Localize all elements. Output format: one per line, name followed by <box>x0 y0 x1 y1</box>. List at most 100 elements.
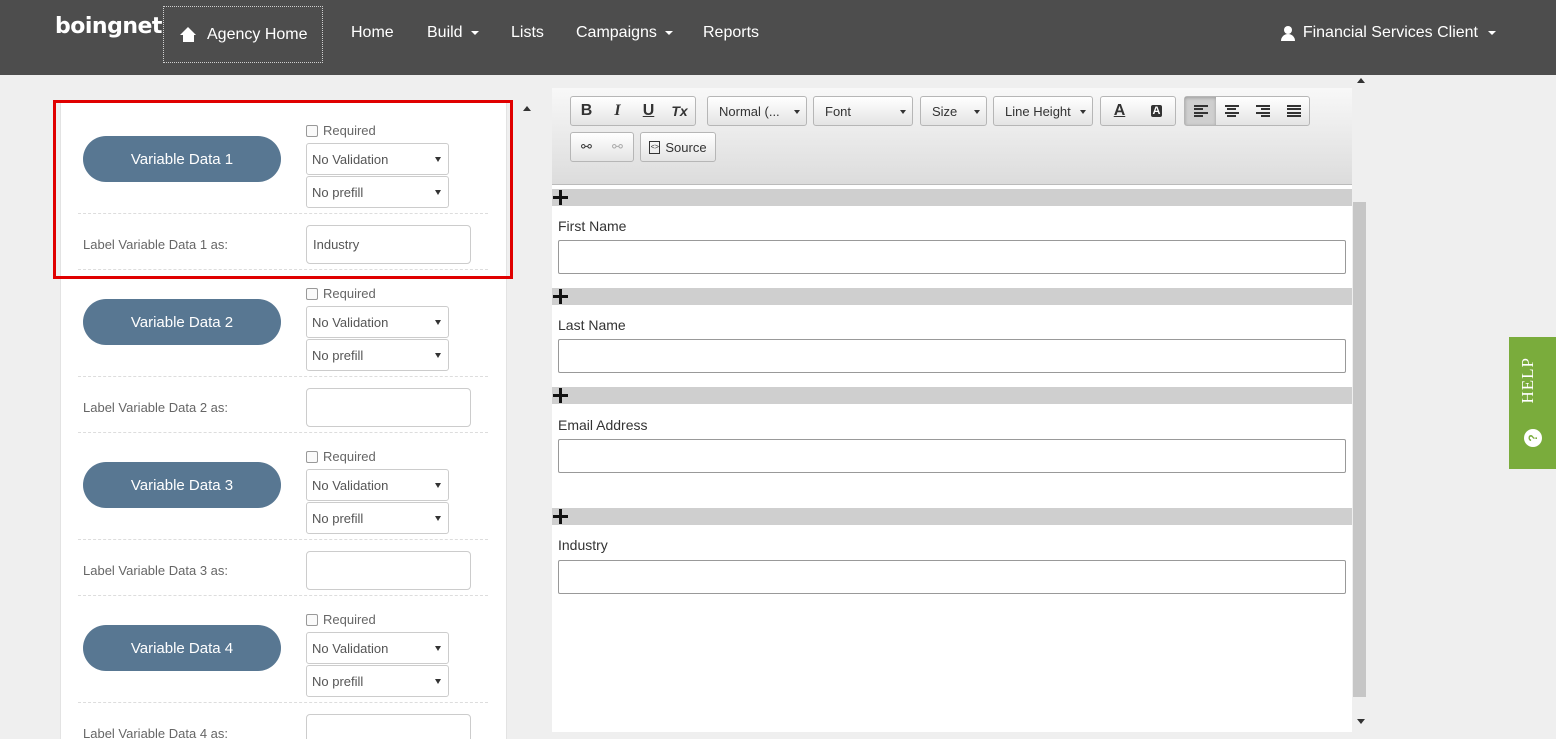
label-variable-caption: Label Variable Data 2 as: <box>83 400 229 415</box>
validation-select[interactable]: No Validation <box>306 143 449 175</box>
validation-select[interactable]: No Validation <box>306 469 449 501</box>
background-color-button[interactable]: A <box>1138 97 1175 125</box>
label-variable-input[interactable] <box>306 388 471 427</box>
link-icon: ⚯ <box>581 139 592 154</box>
link-button[interactable]: ⚯ <box>571 133 602 161</box>
user-name: Financial Services Client <box>1302 24 1478 41</box>
prefill-value: No prefill <box>312 673 364 689</box>
nav-home[interactable]: Home <box>351 24 394 42</box>
move-icon[interactable] <box>552 288 569 305</box>
size-dropdown[interactable]: Size <box>920 96 987 126</box>
question-icon: ? <box>1524 429 1542 447</box>
variable-data-block-4: Variable Data 4 Required No Validation N… <box>61 592 506 739</box>
line-height-dropdown[interactable]: Line Height <box>993 96 1093 126</box>
validation-select[interactable]: No Validation <box>306 632 449 664</box>
align-center-button[interactable] <box>1216 97 1247 125</box>
editor-scrollbar[interactable] <box>1353 202 1366 697</box>
align-left-button[interactable] <box>1185 97 1216 125</box>
label-variable-input[interactable] <box>306 714 471 739</box>
industry-label: Industry <box>558 537 608 553</box>
italic-button[interactable]: I <box>602 97 633 125</box>
unlink-button[interactable]: ⚯ <box>602 133 633 161</box>
industry-input[interactable] <box>558 560 1346 594</box>
prefill-select[interactable]: No prefill <box>306 502 449 534</box>
variable-data-block-3: Variable Data 3 Required No Validation N… <box>61 429 506 596</box>
alignment-group <box>1184 96 1310 126</box>
scroll-up-arrow-icon[interactable] <box>523 106 531 111</box>
remove-format-button[interactable]: Tx <box>664 97 695 125</box>
form-editor: B I U Tx Normal (... Font Size Line Heig… <box>552 88 1352 732</box>
checkbox-icon[interactable] <box>306 613 318 626</box>
required-checkbox[interactable]: Required <box>306 123 376 138</box>
divider <box>78 702 488 703</box>
source-label: Source <box>665 139 707 155</box>
top-navbar: boingnet Agency Home Home Build Lists Ca… <box>0 0 1556 75</box>
brand-logo[interactable]: boingnet <box>55 14 162 39</box>
agency-home-button[interactable]: Agency Home <box>163 6 323 63</box>
dropdown-arrow-icon <box>435 483 441 488</box>
prefill-select[interactable]: No prefill <box>306 665 449 697</box>
line-height-value: Line Height <box>1005 103 1071 119</box>
email-address-label: Email Address <box>558 417 648 433</box>
user-menu[interactable]: Financial Services Client <box>1280 24 1496 42</box>
nav-build-label: Build <box>427 24 463 41</box>
email-address-input[interactable] <box>558 439 1346 473</box>
last-name-input[interactable] <box>558 339 1346 373</box>
justify-button[interactable] <box>1278 97 1309 125</box>
last-name-label: Last Name <box>558 317 626 333</box>
validation-select[interactable]: No Validation <box>306 306 449 338</box>
divider <box>78 539 488 540</box>
nav-campaigns[interactable]: Campaigns <box>576 24 673 42</box>
field-drag-bar[interactable] <box>552 288 1352 305</box>
required-checkbox[interactable]: Required <box>306 612 376 627</box>
variable-data-4-button[interactable]: Variable Data 4 <box>83 625 281 671</box>
divider <box>78 376 488 377</box>
bold-button[interactable]: B <box>571 97 602 125</box>
variable-data-2-button[interactable]: Variable Data 2 <box>83 299 281 345</box>
variable-data-1-button[interactable]: Variable Data 1 <box>83 136 281 182</box>
label-variable-input[interactable] <box>306 551 471 590</box>
required-label: Required <box>323 286 376 301</box>
home-icon <box>180 27 197 42</box>
align-left-icon <box>1193 105 1208 117</box>
move-icon[interactable] <box>552 189 569 206</box>
checkbox-icon[interactable] <box>306 450 318 463</box>
variable-data-3-button[interactable]: Variable Data 3 <box>83 462 281 508</box>
nav-lists[interactable]: Lists <box>511 24 544 42</box>
caret-down-icon <box>664 31 673 35</box>
required-checkbox[interactable]: Required <box>306 449 376 464</box>
nav-reports[interactable]: Reports <box>703 24 759 42</box>
align-center-icon <box>1224 105 1239 117</box>
source-file-icon: <> <box>649 140 661 154</box>
checkbox-icon[interactable] <box>306 287 318 300</box>
prefill-select[interactable]: No prefill <box>306 339 449 371</box>
field-drag-bar[interactable] <box>552 508 1352 525</box>
nav-campaigns-label: Campaigns <box>576 24 657 41</box>
prefill-select[interactable]: No prefill <box>306 176 449 208</box>
underline-button[interactable]: U <box>633 97 664 125</box>
help-tab[interactable]: HELP ? <box>1509 337 1556 469</box>
dropdown-arrow-icon <box>435 190 441 195</box>
move-icon[interactable] <box>552 387 569 404</box>
label-variable-input[interactable]: Industry <box>306 225 471 264</box>
field-drag-bar[interactable] <box>552 189 1352 206</box>
dropdown-arrow-icon <box>435 157 441 162</box>
field-drag-bar[interactable] <box>552 387 1352 404</box>
first-name-label: First Name <box>558 218 627 234</box>
text-color-button[interactable]: A <box>1101 97 1138 125</box>
label-variable-caption: Label Variable Data 4 as: <box>83 726 229 739</box>
checkbox-icon[interactable] <box>306 124 318 137</box>
required-checkbox[interactable]: Required <box>306 286 376 301</box>
dropdown-arrow-icon <box>435 320 441 325</box>
nav-build[interactable]: Build <box>427 24 479 42</box>
source-button[interactable]: <> Source <box>641 133 715 161</box>
first-name-input[interactable] <box>558 240 1346 274</box>
move-icon[interactable] <box>552 508 569 525</box>
justify-icon <box>1286 105 1301 117</box>
scroll-down-arrow-icon[interactable] <box>1357 719 1365 724</box>
format-dropdown[interactable]: Normal (... <box>707 96 807 126</box>
scroll-up-arrow-icon[interactable] <box>1357 78 1365 83</box>
label-variable-value: Industry <box>313 237 360 252</box>
font-dropdown[interactable]: Font <box>813 96 913 126</box>
align-right-button[interactable] <box>1247 97 1278 125</box>
